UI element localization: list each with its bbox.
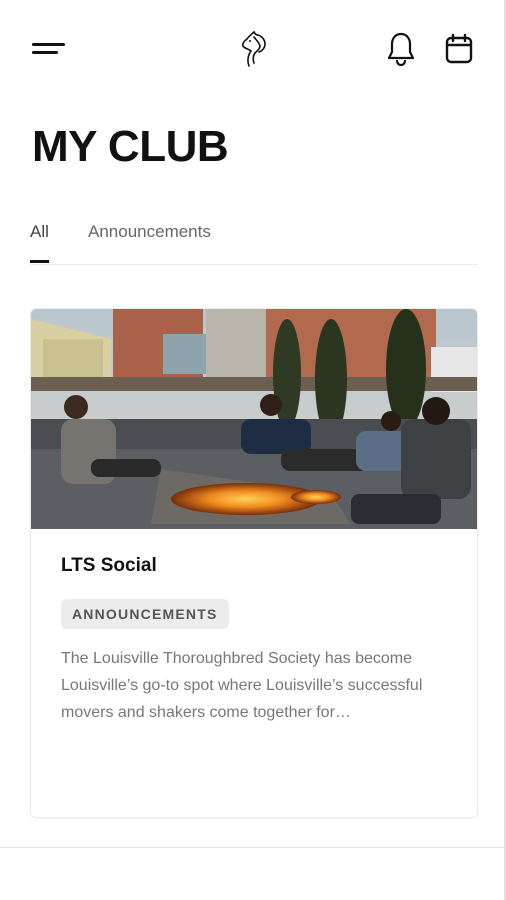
active-tab-indicator [30, 260, 49, 263]
tab-announcements[interactable]: Announcements [88, 222, 211, 242]
menu-icon-line [32, 43, 65, 46]
horse-head-logo-icon[interactable] [240, 30, 270, 68]
top-bar [0, 0, 506, 100]
bell-icon[interactable] [385, 31, 417, 67]
divider [0, 847, 506, 848]
post-title: LTS Social [61, 555, 157, 576]
page-title: MY CLUB [32, 122, 229, 171]
calendar-icon[interactable] [444, 33, 474, 65]
post-card[interactable]: LTS Social ANNOUNCEMENTS The Louisville … [30, 308, 478, 818]
post-excerpt: The Louisville Thoroughbred Society has … [61, 650, 423, 721]
rooftop-fire-pit-gathering-photo [31, 309, 477, 529]
menu-icon-line [32, 51, 58, 54]
menu-button[interactable] [32, 40, 66, 60]
category-badge: ANNOUNCEMENTS [61, 599, 229, 629]
tab-all[interactable]: All [30, 222, 49, 242]
tab-bar: All Announcements [30, 214, 478, 265]
